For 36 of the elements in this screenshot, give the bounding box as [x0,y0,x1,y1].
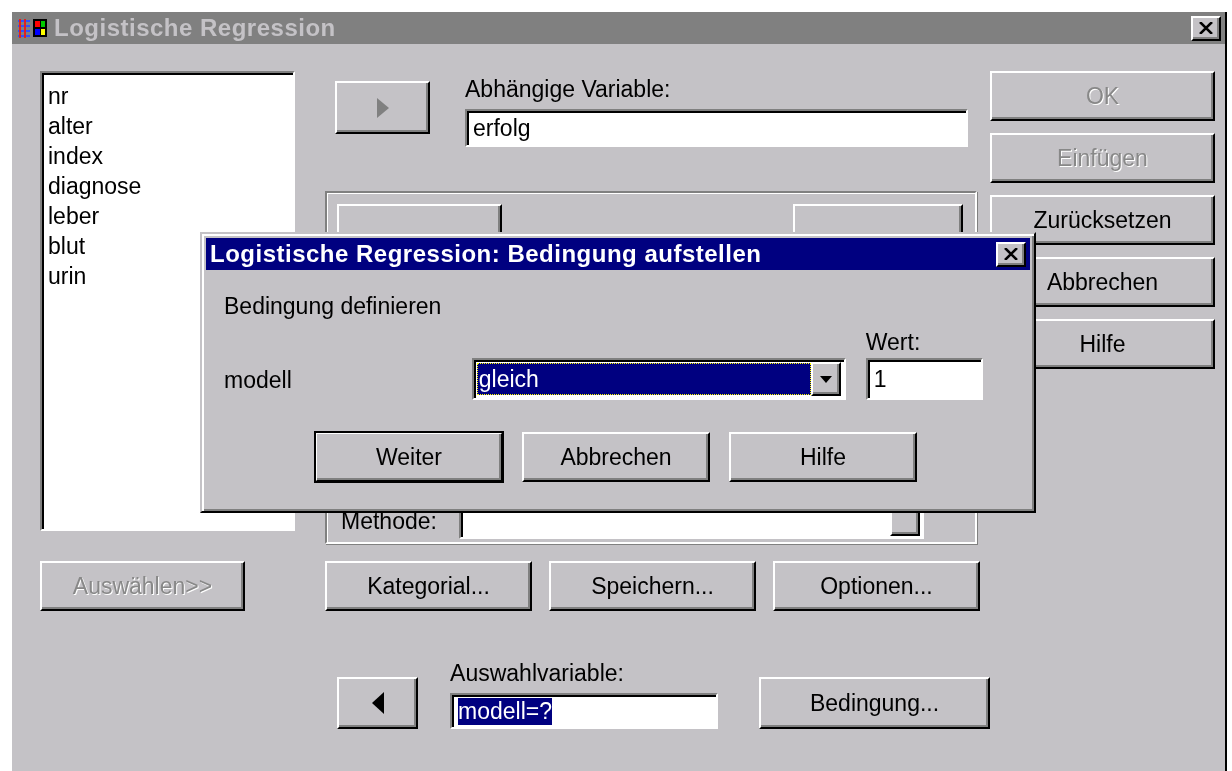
dependent-field[interactable]: erfolg [465,109,968,147]
continue-button[interactable]: Weiter [315,432,503,482]
operator-value: gleich [476,363,811,395]
caret-icon [819,375,832,383]
right-arrow-icon [375,96,390,119]
selection-label: Auswahlvariable: [450,661,625,685]
variable-item[interactable]: alter [48,111,287,141]
close-icon [1004,248,1018,260]
dialog-title: Logistische Regression: Bedingung aufstellen [210,240,763,268]
save-button[interactable]: Speichern... [549,561,756,611]
variable-item[interactable]: diagnose [48,171,287,201]
close-button[interactable] [1191,15,1221,41]
variable-item[interactable]: index [48,141,287,171]
variable-item[interactable]: leber [48,201,287,231]
categorical-button[interactable]: Kategorial... [325,561,532,611]
close-icon [1199,22,1213,34]
operator-dropdown[interactable]: gleich [471,358,846,400]
options-button[interactable]: Optionen... [773,561,980,611]
variable-item[interactable]: nr [48,81,287,111]
dialog-heading: Bedingung definieren [224,293,442,319]
condition-button[interactable]: Bedingung... [759,677,990,729]
help-button[interactable]: Hilfe [729,432,917,482]
reset-button[interactable]: Zurücksetzen [990,195,1215,245]
left-arrow-icon [370,691,385,715]
method-label: Methode: [341,509,437,533]
dropdown-button[interactable] [810,362,841,396]
value-label: Wert: [865,330,922,354]
move-left-button[interactable] [337,677,419,729]
window-title: Logistische Regression [54,14,337,42]
selection-field[interactable]: modell=? [450,693,719,729]
app-icon [16,17,50,39]
dependent-label: Abhängige Variable: [465,77,672,101]
close-button[interactable] [996,241,1026,267]
cancel-button[interactable]: Abbrechen [522,432,710,482]
variable-name: modell [224,368,292,392]
value-field[interactable]: 1 [865,358,983,400]
